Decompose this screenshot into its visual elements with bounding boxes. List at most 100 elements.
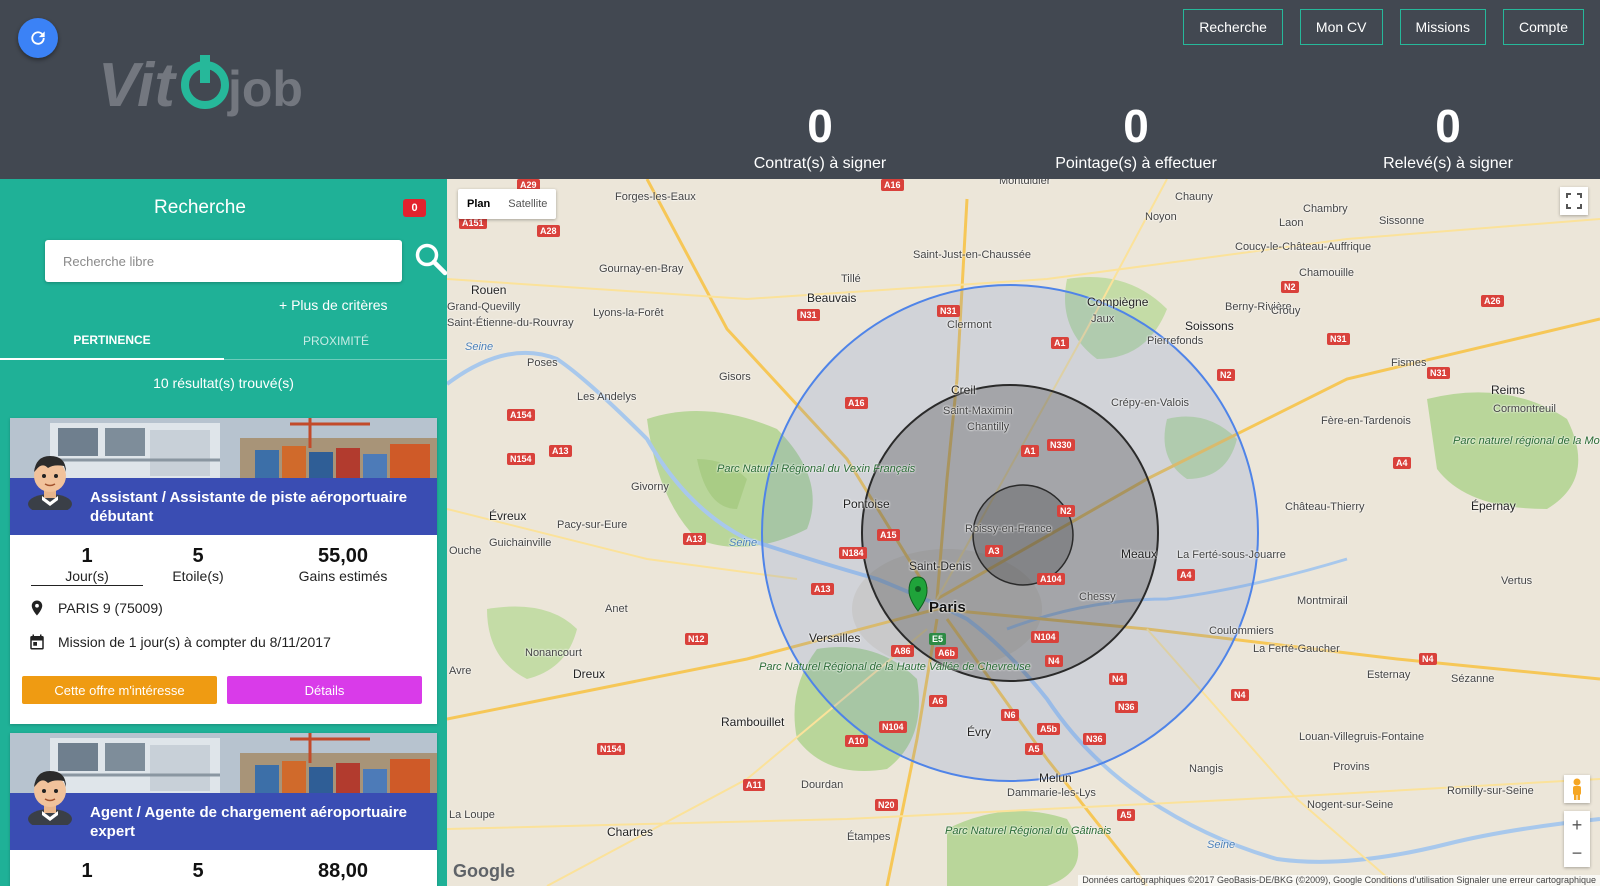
nav-missions-button[interactable]: Missions: [1399, 9, 1486, 45]
road-shield: A1: [1021, 445, 1039, 457]
map-label: Grand-Quevilly: [447, 301, 521, 313]
nav-recherche-button[interactable]: Recherche: [1183, 9, 1283, 45]
map-label: Nonancourt: [525, 647, 582, 659]
map-label: Chamouille: [1299, 267, 1355, 279]
nav-mon-cv-button[interactable]: Mon CV: [1299, 9, 1383, 45]
road-shield: A5: [1025, 743, 1043, 755]
map-label: La Loupe: [449, 809, 495, 821]
job-gains-label: Gains estimés: [298, 568, 388, 584]
worker-avatar: [28, 456, 72, 510]
road-shield: A26: [1481, 295, 1504, 307]
map-label: Laon: [1279, 217, 1304, 229]
count-badge: 0: [403, 199, 426, 217]
map-label: Seine: [465, 341, 494, 353]
road-shield: N20: [875, 799, 898, 811]
map-label: Chambry: [1303, 203, 1348, 215]
road-shield: N31: [1427, 367, 1450, 379]
map-type-plan[interactable]: Plan: [458, 189, 499, 219]
road-shield: N104: [879, 721, 907, 733]
job-card[interactable]: Assistant / Assistante de piste aéroport…: [10, 418, 437, 724]
job-gains: 88,00: [278, 860, 408, 882]
svg-text:job: job: [227, 61, 303, 117]
worker-avatar: [28, 771, 72, 825]
road-shield: A4: [1177, 569, 1195, 581]
map-label: Saint-Just-en-Chaussée: [913, 249, 1032, 261]
results-count: 10 résultat(s) trouvé(s): [153, 375, 294, 391]
street-view-button[interactable]: [1564, 775, 1590, 803]
map-label: Chauny: [1175, 191, 1213, 203]
stat-contracts[interactable]: 0 Contrat(s) à signer: [745, 98, 895, 174]
map-label: Chartres: [607, 825, 654, 839]
job-mission-dates: Mission de 1 jour(s) à compter du 8/11/2…: [58, 634, 331, 650]
zoom-out-button[interactable]: −: [1564, 839, 1590, 867]
fullscreen-button[interactable]: [1560, 187, 1588, 215]
free-search-input[interactable]: [45, 240, 402, 282]
map-attribution[interactable]: Données cartographiques ©2017 GeoBasis-D…: [1078, 875, 1600, 886]
stat-pointages-value: 0: [1123, 100, 1149, 152]
map-label: Saint-Maximin: [943, 405, 1013, 417]
map-label: Creil: [951, 383, 976, 397]
road-shield: N36: [1115, 701, 1138, 713]
tab-pertinence[interactable]: PERTINENCE: [0, 322, 224, 360]
road-shield: A5b: [1037, 723, 1061, 735]
map-label: Pierrefonds: [1147, 335, 1204, 347]
results-map[interactable]: Forges-les-Eaux Chauny Laon Noyon Chambr…: [447, 179, 1600, 886]
job-location: PARIS 9 (75009): [58, 600, 163, 616]
map-label: Reims: [1491, 383, 1526, 397]
road-shield: A86: [891, 645, 914, 657]
calendar-icon: [30, 634, 44, 650]
zoom-in-button[interactable]: +: [1564, 811, 1590, 839]
map-label: Romilly-sur-Seine: [1447, 785, 1534, 797]
road-shield: N184: [839, 547, 867, 559]
map-label: Guichainville: [489, 537, 552, 549]
map-label: Sézanne: [1451, 673, 1495, 685]
map-label: Parc Naturel Régional du Vexin Français: [717, 463, 916, 475]
map-label: Poses: [527, 357, 558, 369]
job-location-row: PARIS 9 (75009): [10, 591, 437, 625]
interest-button[interactable]: Cette offre m'intéresse: [22, 676, 217, 704]
search-button[interactable]: [414, 242, 447, 276]
refresh-button[interactable]: [18, 18, 58, 58]
job-actions: Cette offre m'intéresse Détails: [22, 676, 422, 704]
map-label: Pontoise: [843, 497, 890, 511]
road-shield: N31: [937, 305, 960, 317]
road-shield: N31: [1327, 333, 1350, 345]
map-label: Crouy: [1271, 305, 1301, 317]
job-card[interactable]: Agent / Agente de chargement aéroportuai…: [10, 733, 437, 886]
stat-pointages[interactable]: 0 Pointage(s) à effectuer: [1050, 98, 1222, 174]
job-stars: 5: [158, 860, 238, 882]
map-label: Les Andelys: [577, 391, 637, 403]
job-stats: 1 Jour(s) 5 Etoile(s) 55,00 Gains estimé…: [10, 535, 437, 587]
sort-tabs: PERTINENCE PROXIMITÉ: [0, 322, 447, 360]
map-label: Évry: [967, 725, 991, 739]
map-label: Montdidier: [999, 179, 1051, 187]
tab-proximite[interactable]: PROXIMITÉ: [224, 322, 447, 360]
map-label: Tillé: [841, 273, 861, 285]
nav-compte-button[interactable]: Compte: [1502, 9, 1584, 45]
map-label: Beauvais: [807, 291, 857, 305]
map-type-satellite[interactable]: Satellite: [499, 189, 556, 219]
map-label: Seine: [729, 537, 758, 549]
map-label: Provins: [1333, 761, 1370, 773]
map-label: Rambouillet: [721, 715, 785, 729]
map-type-selector: Plan Satellite: [458, 189, 557, 219]
job-stars-value: 5: [192, 860, 204, 882]
search-sidebar: Recherche 0 + Plus de critères PERTINENC…: [0, 179, 447, 886]
job-days-value: 1: [81, 545, 93, 567]
map-label: Parc Naturel Régional du Gâtinais: [945, 825, 1112, 837]
details-button[interactable]: Détails: [227, 676, 422, 704]
map-label: Forges-les-Eaux: [615, 191, 696, 203]
map-label: Compiègne: [1087, 295, 1149, 309]
road-shield: A13: [683, 533, 706, 545]
map-label: Roissy-en-France: [965, 523, 1052, 535]
road-shield: N12: [685, 633, 708, 645]
sidebar-title: Recherche: [154, 197, 246, 218]
map-label: Anet: [605, 603, 628, 615]
job-stars-value: 5: [192, 545, 204, 567]
road-shield: N31: [797, 309, 820, 321]
map-label: Cormontreuil: [1493, 403, 1556, 415]
stat-releves[interactable]: 0 Relevé(s) à signer: [1380, 98, 1516, 174]
more-criteria-link[interactable]: + Plus de critères: [279, 297, 388, 313]
location-pin-icon: [31, 600, 43, 616]
road-shield: A4: [1393, 457, 1411, 469]
